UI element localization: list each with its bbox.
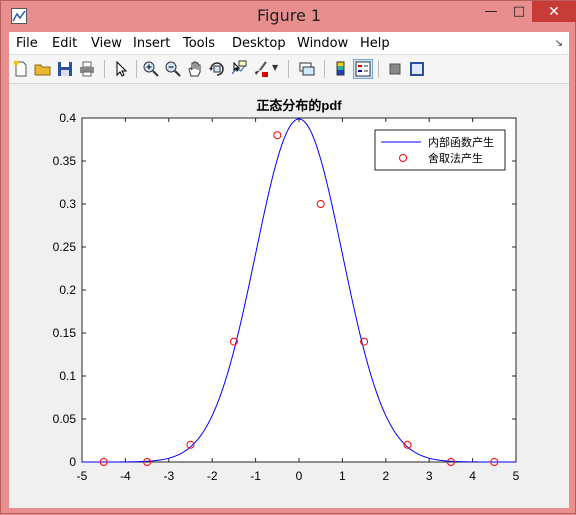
y-tick-label: 0.4 xyxy=(59,111,76,125)
chart-title: 正态分布的pdf xyxy=(256,98,342,113)
y-tick-label: 0.25 xyxy=(53,240,77,254)
y-tick-label: 0.3 xyxy=(59,197,76,211)
x-tick-label: 4 xyxy=(469,469,476,483)
x-tick-label: 3 xyxy=(426,469,433,483)
y-tick-label: 0.35 xyxy=(53,154,77,168)
y-tick-label: 0.2 xyxy=(59,283,76,297)
x-tick-label: 1 xyxy=(339,469,346,483)
legend-label-2: 舍取法产生 xyxy=(428,151,483,165)
x-tick-label: 0 xyxy=(296,469,303,483)
x-tick-label: -1 xyxy=(250,469,261,483)
y-tick-label: 0.1 xyxy=(59,369,76,383)
y-tick-label: 0 xyxy=(69,455,76,469)
x-tick-label: -4 xyxy=(120,469,131,483)
y-tick-label: 0.05 xyxy=(53,412,77,426)
legend-label-1: 内部函数产生 xyxy=(428,135,494,149)
x-tick-label: 2 xyxy=(382,469,389,483)
y-tick-label: 0.15 xyxy=(53,326,77,340)
legend[interactable]: 内部函数产生 舍取法产生 xyxy=(374,129,506,171)
x-tick-label: -2 xyxy=(207,469,218,483)
x-tick-label: 5 xyxy=(513,469,520,483)
figure-window: Figure 1 — □ ✕ File Edit View Insert Too… xyxy=(0,0,576,514)
x-tick-label: -5 xyxy=(77,469,88,483)
axes-area: 正态分布的pdf -5 -4 -3 -2 -1 0 1 2 3 4 5 0 0.05 0.1 0.15 0.… xyxy=(53,98,520,483)
x-tick-label: -3 xyxy=(163,469,174,483)
